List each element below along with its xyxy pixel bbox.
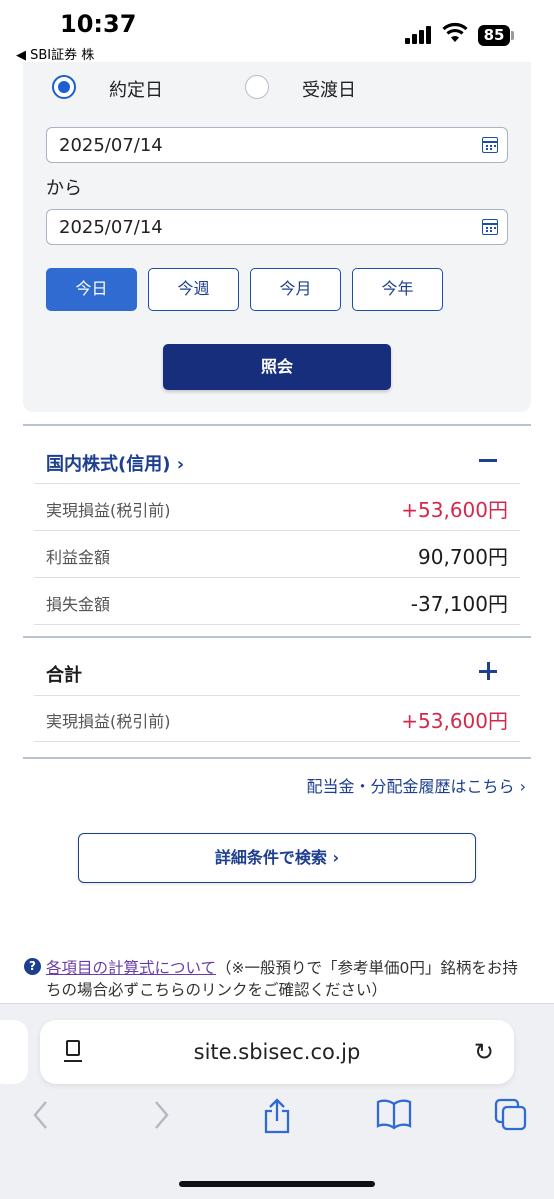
total-realized-pl-label: 実現損益(税引前) [46,712,171,731]
radio-trade-date[interactable] [52,75,76,99]
calendar-icon[interactable] [482,137,498,153]
section-divider [23,636,531,638]
period-this-week-button[interactable]: 今週 [148,268,239,311]
section-divider [23,424,531,426]
inquiry-button[interactable]: 照会 [163,344,391,390]
status-bar: 10:37 ◀ SBI証券 株 85 [0,0,554,66]
radio-settlement-date-label: 受渡日 [302,80,356,101]
url-text: site.sbisec.co.jp [193,1040,361,1064]
total-realized-pl-value: +53,600円 [401,709,508,733]
battery-icon: 85 [478,25,510,46]
tabs-icon[interactable] [494,1098,528,1132]
profit-amount-value: 90,700円 [418,545,508,569]
address-bar[interactable]: site.sbisec.co.jp ↻ [40,1020,514,1084]
row-divider [34,577,520,578]
wifi-icon [442,22,468,42]
loss-amount-value: -37,100円 [410,592,508,616]
share-icon[interactable] [262,1098,292,1134]
radio-settlement-date[interactable] [245,75,269,99]
date-from-field[interactable]: 2025/07/14 [46,127,508,163]
row-divider [34,530,520,531]
help-note: 各項目の計算式について（※一般預りで「参考単価0円」銘柄をお持ちの場合必ずこちら… [46,957,530,1001]
section-divider [23,757,531,759]
loss-amount-label: 損失金額 [46,595,111,614]
row-divider [34,741,520,742]
row-divider [34,624,520,625]
back-arrow-icon[interactable] [30,1098,52,1132]
bookmarks-icon[interactable] [376,1098,412,1130]
clock: 10:37 [60,10,137,38]
previous-tab-preview[interactable] [0,1020,28,1084]
period-this-year-button[interactable]: 今年 [352,268,443,311]
domestic-margin-section-title[interactable]: 国内株式(信用) › [46,450,184,476]
from-label: から [46,178,82,199]
reload-icon[interactable]: ↻ [474,1038,494,1066]
collapse-minus-icon[interactable] [479,459,497,462]
radio-trade-date-label: 約定日 [109,80,163,101]
expand-plus-icon[interactable] [479,662,497,680]
calculation-formula-link[interactable]: 各項目の計算式について [46,959,216,977]
dividend-history-link[interactable]: 配当金・分配金履歴はこちら › [307,773,527,797]
period-today-button[interactable]: 今日 [46,268,137,311]
calendar-icon[interactable] [482,219,498,235]
total-section-title: 合計 [46,665,82,686]
period-this-month-button[interactable]: 今月 [250,268,341,311]
realized-pl-value: +53,600円 [401,498,508,522]
row-divider [34,695,520,696]
cellular-signal-icon [405,26,433,44]
date-from-value: 2025/07/14 [59,135,163,156]
forward-arrow-icon[interactable] [150,1098,172,1132]
home-indicator [179,1181,375,1187]
question-icon: ? [24,958,41,975]
realized-pl-label: 実現損益(税引前) [46,501,171,520]
profit-amount-label: 利益金額 [46,548,111,567]
battery-cap [511,31,514,40]
row-divider [34,483,520,484]
date-to-field[interactable]: 2025/07/14 [46,209,508,245]
detail-search-button[interactable]: 詳細条件で検索 › [78,833,476,883]
back-to-app-link[interactable]: ◀ SBI証券 株 [16,44,94,63]
date-to-value: 2025/07/14 [59,217,163,238]
